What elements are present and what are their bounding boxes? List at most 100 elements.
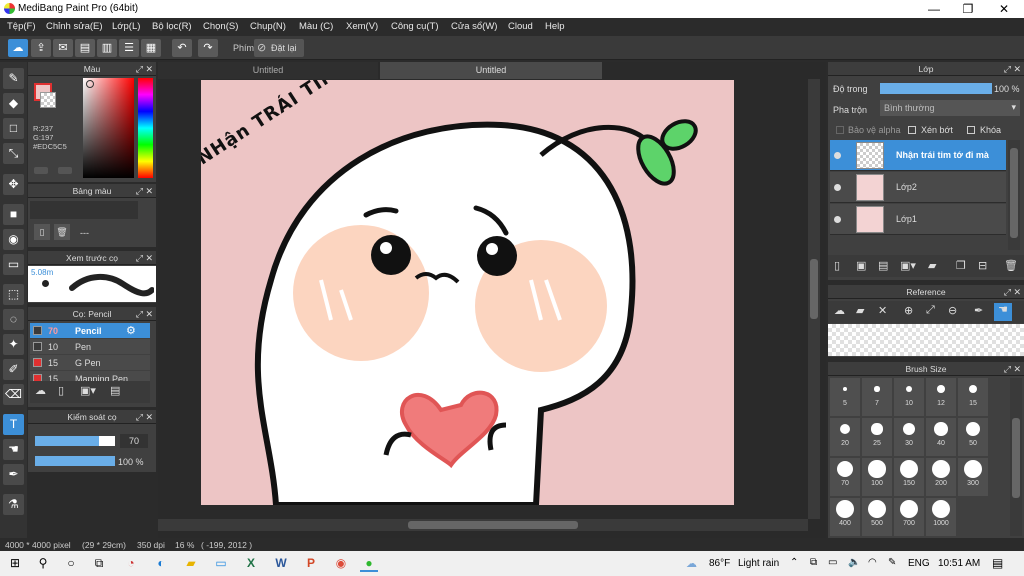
brush-opacity-slider[interactable]: [35, 456, 115, 466]
canvas-viewport[interactable]: NHận TRÁI TIM Tớ ĐI MÀ: [158, 79, 808, 519]
brush-size-slider[interactable]: [35, 436, 115, 446]
eye-icon[interactable]: [834, 184, 841, 191]
panel-close-icon[interactable]: ⤢ ✕: [136, 184, 153, 198]
menu-select[interactable]: Chọn(S): [203, 21, 238, 32]
menu-cloud[interactable]: Cloud: [508, 21, 533, 32]
open-folder-icon[interactable]: ▰: [856, 304, 864, 317]
protect-alpha-checkbox[interactable]: [836, 126, 844, 134]
pipette-icon[interactable]: ⚗: [3, 494, 24, 515]
menu-capture[interactable]: Chụp(N): [250, 21, 286, 32]
brush-size-value[interactable]: 70: [120, 434, 148, 448]
bg-color-swatch[interactable]: [40, 92, 56, 108]
comment-icon[interactable]: ✉: [53, 39, 73, 57]
edge-icon[interactable]: ◐: [152, 555, 170, 572]
lasso-tool-icon[interactable]: ◌: [3, 309, 24, 330]
text-box-icon[interactable]: ▤: [75, 39, 95, 57]
fill-tool-icon[interactable]: ◉: [3, 229, 24, 250]
brush-size-option[interactable]: 12: [926, 378, 956, 416]
new-layer-icon[interactable]: ▯: [834, 259, 840, 272]
monitor-icon[interactable]: ▭: [212, 555, 230, 572]
menu-help[interactable]: Help: [545, 21, 565, 32]
excel-icon[interactable]: X: [242, 555, 260, 572]
gear-icon[interactable]: ⚙: [126, 324, 136, 337]
hand-tool-icon[interactable]: ☚: [3, 439, 24, 460]
new-8bit-layer-icon[interactable]: ▤: [878, 259, 888, 272]
clock[interactable]: 10:51 AM: [938, 558, 980, 569]
notification-icon[interactable]: ▤: [992, 556, 1003, 570]
horizontal-scrollbar[interactable]: [158, 519, 808, 531]
brush-size-option[interactable]: 70: [830, 458, 860, 496]
gradient-tool-icon[interactable]: ▭: [3, 254, 24, 275]
word-icon[interactable]: W: [272, 555, 290, 572]
color-picker-handle[interactable]: [86, 80, 94, 88]
select-eraser-icon[interactable]: ⌫: [3, 384, 24, 405]
tab-untitled-1[interactable]: Untitled: [158, 62, 378, 79]
brush-list-item[interactable]: 10 Pen: [30, 339, 150, 354]
network-icon[interactable]: ⧉: [810, 557, 817, 568]
brush-size-option[interactable]: 15: [958, 378, 988, 416]
cortana-icon[interactable]: ○: [62, 555, 80, 572]
new-palette-icon[interactable]: ▯: [34, 224, 50, 240]
blend-mode-select[interactable]: Bình thường ▾: [880, 100, 1020, 116]
menu-file[interactable]: Tệp(F): [7, 21, 36, 32]
brush-size-option[interactable]: 20: [830, 418, 860, 456]
brush-size-option[interactable]: 400: [830, 498, 860, 536]
delete-layer-icon[interactable]: 🗑: [1004, 259, 1018, 272]
brush-list-item[interactable]: 15 G Pen: [30, 355, 150, 370]
artwork-canvas[interactable]: NHận TRÁI TIM Tớ ĐI MÀ: [201, 80, 734, 505]
brush-size-option[interactable]: 300: [958, 458, 988, 496]
magic-wand-icon[interactable]: ✦: [3, 334, 24, 355]
brush-size-option[interactable]: 5: [830, 378, 860, 416]
layer-row[interactable]: Nhận trái tim tớ đi mà: [830, 140, 1006, 171]
color-option-button-2[interactable]: [58, 167, 72, 174]
list-icon[interactable]: ☰: [119, 39, 139, 57]
windows-start-icon[interactable]: ⊞: [6, 555, 24, 572]
menu-edit[interactable]: Chỉnh sửa(E): [46, 21, 103, 32]
task-view-icon[interactable]: ⧉: [90, 555, 108, 572]
new-halftone-layer-icon[interactable]: ▣: [856, 259, 866, 272]
brush-settings-icon[interactable]: ▤: [110, 384, 120, 397]
brush-size-option[interactable]: 150: [894, 458, 924, 496]
fit-icon[interactable]: ⤢: [926, 304, 935, 317]
minimize-button[interactable]: —: [917, 0, 951, 18]
volume-icon[interactable]: 🔈: [848, 557, 860, 568]
cloud-download-icon[interactable]: ☁: [834, 304, 845, 317]
brush-list-item[interactable]: 70 Pencil ⚙: [30, 323, 150, 338]
cloud-download-icon[interactable]: ☁: [35, 384, 46, 397]
medibang-icon[interactable]: ●: [360, 555, 378, 572]
merge-layer-icon[interactable]: ⊟: [978, 259, 987, 272]
tab-untitled-2[interactable]: Untitled: [380, 62, 602, 79]
add-layer-menu-icon[interactable]: ▣▾: [900, 259, 916, 272]
eyedropper-icon[interactable]: ✒: [3, 464, 24, 485]
brush-size-option[interactable]: 30: [894, 418, 924, 456]
wifi-icon[interactable]: ◠: [868, 557, 877, 568]
hue-slider[interactable]: [138, 78, 153, 178]
panel-close-icon[interactable]: ⤢ ✕: [1004, 62, 1021, 76]
shape-tool-icon[interactable]: ■: [3, 204, 24, 225]
new-brush-icon[interactable]: ▯: [58, 384, 64, 397]
trash-icon[interactable]: 🗑: [54, 224, 70, 240]
vector-tool-icon[interactable]: ⤡: [3, 143, 24, 164]
eyedropper-icon[interactable]: ✒: [974, 304, 983, 317]
brush-size-option[interactable]: 50: [958, 418, 988, 456]
menu-view[interactable]: Xem(V): [346, 21, 378, 32]
vertical-scrollbar[interactable]: [808, 79, 820, 519]
page-icon[interactable]: ▥: [97, 39, 117, 57]
export-icon[interactable]: ⇪: [31, 39, 51, 57]
brush-size-option[interactable]: 10: [894, 378, 924, 416]
layer-row[interactable]: Lớp2: [830, 172, 1006, 203]
brush-size-option[interactable]: 200: [926, 458, 956, 496]
zoom-in-icon[interactable]: ⊕: [904, 304, 913, 317]
zoom-out-icon[interactable]: ⊖: [948, 304, 957, 317]
brush-tool-icon[interactable]: ✎: [3, 68, 24, 89]
layer-opacity-slider[interactable]: [880, 83, 992, 94]
panel-close-icon[interactable]: ⤢ ✕: [136, 410, 153, 424]
language-indicator[interactable]: ENG: [908, 558, 930, 569]
layer-row[interactable]: Lớp1: [830, 204, 1006, 235]
close-button[interactable]: ✕: [987, 0, 1021, 18]
clipping-checkbox[interactable]: [908, 126, 916, 134]
brush-size-option[interactable]: 500: [862, 498, 892, 536]
app-icon-1[interactable]: ◔: [122, 555, 140, 572]
close-icon[interactable]: ✕: [878, 304, 887, 317]
hand-icon[interactable]: ☚: [994, 303, 1012, 321]
